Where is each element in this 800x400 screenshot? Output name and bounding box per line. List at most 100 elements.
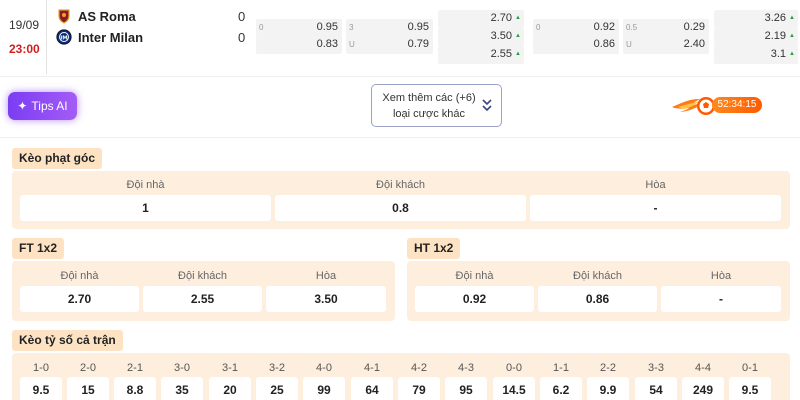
score-odds-cell[interactable]: 35 [161, 377, 203, 400]
odds-cell[interactable]: - [661, 286, 781, 312]
col-label: Đội nhà [60, 270, 99, 282]
score-label: 4-3 [458, 362, 474, 374]
ht-handicap-away[interactable]: 0.86 [533, 36, 619, 54]
match-row[interactable]: 19/09 23:00 AS Roma 0 IM Inter Milan 0 0… [0, 0, 800, 76]
ft-handicap-away[interactable]: 0.83 [256, 36, 342, 54]
divider [46, 0, 47, 74]
corner-panel: Đội nhà Đội khách Hòa 1 0.8 - [12, 171, 790, 229]
odds-cell[interactable]: 0.86 [538, 286, 657, 312]
score-odds-cell[interactable]: 8.8 [114, 377, 156, 400]
col-label: Đội khách [573, 270, 622, 282]
odds-cell[interactable]: 0.92 [415, 286, 534, 312]
roma-logo-icon [58, 9, 70, 24]
match-date: 19/09 [9, 18, 40, 32]
score-odds-cell[interactable]: 99 [303, 377, 345, 400]
col-label: Hòa [645, 179, 666, 191]
more-bets-button[interactable]: Xem thêm các (+6) loại cược khác [371, 84, 502, 127]
score-label: 4-4 [695, 362, 711, 374]
ft-under[interactable]: U 0.79 [346, 36, 433, 54]
score-label: 2-0 [80, 362, 96, 374]
score-odds-cell[interactable]: 14.5 [493, 377, 535, 400]
score-odds-cell[interactable]: 9.5 [729, 377, 771, 400]
away-team-name: Inter Milan [78, 29, 144, 45]
ft-1x2-away[interactable]: 2.55 ▲ [438, 46, 524, 64]
odds-value: 0.92 [593, 21, 615, 33]
odds-value: 2.70 [490, 12, 512, 24]
ft-over[interactable]: 3 0.95 [346, 19, 433, 37]
odds-cell[interactable]: - [530, 195, 781, 221]
score-odds-cell[interactable]: 6.2 [540, 377, 582, 400]
ft1x2-panel: Đội nhà Đội khách Hòa 2.70 2.55 3.50 [12, 261, 395, 321]
section-title-correct-score: Kèo tỷ số cả trận [12, 330, 123, 351]
ht-1x2-away[interactable]: 3.1 ▲ [714, 46, 798, 64]
score-odds-cell[interactable]: 64 [351, 377, 393, 400]
live-timer-value: 52:34:15 [712, 97, 762, 113]
score-label: 0-0 [506, 362, 522, 374]
arrow-up-icon: ▲ [515, 51, 521, 57]
odds-value: 2.55 [490, 48, 512, 60]
odds-value: 3.26 [764, 12, 786, 24]
live-timer[interactable]: 52:34:15 [670, 93, 762, 119]
odds-value: 0.79 [407, 38, 429, 50]
tips-ai-label: Tips AI [31, 99, 68, 113]
section-title-corner: Kèo phạt góc [12, 148, 103, 169]
col-label: Đội nhà [455, 270, 494, 282]
score-label: 1-1 [553, 362, 569, 374]
line-label: U [626, 40, 632, 49]
score-odds-cell[interactable]: 9.9 [587, 377, 629, 400]
ht-over[interactable]: 0.5 0.29 [623, 19, 709, 37]
ht-1x2-draw[interactable]: 2.19 ▲ [714, 28, 798, 46]
score-label: 2-1 [127, 362, 143, 374]
line-label: 0.5 [626, 23, 638, 32]
ht-under[interactable]: U 2.40 [623, 36, 709, 54]
home-team[interactable]: AS Roma [56, 7, 136, 25]
arrow-up-icon: ▲ [789, 51, 795, 57]
inter-logo-icon: IM [56, 29, 72, 45]
score-odds-cell[interactable]: 79 [398, 377, 440, 400]
sparkle-icon: ✦ [17, 99, 28, 113]
ft-1x2-draw[interactable]: 3.50 ▲ [438, 28, 524, 46]
ht-1x2-home[interactable]: 3.26 ▲ [714, 10, 798, 28]
odds-cell[interactable]: 3.50 [266, 286, 386, 312]
svg-text:IM: IM [60, 35, 68, 41]
correct-score-panel: 1-0 2-0 2-1 3-0 3-1 3-2 4-0 4-1 4-2 4-3 … [12, 353, 790, 400]
ft-1x2-home[interactable]: 2.70 ▲ [438, 10, 524, 28]
odds-cell[interactable]: 1 [20, 195, 271, 221]
odds-cell[interactable]: 0.8 [275, 195, 526, 221]
score-odds-cell[interactable]: 54 [635, 377, 677, 400]
odds-value: 0.95 [316, 21, 338, 33]
home-score: 0 [238, 9, 246, 24]
odds-cell[interactable]: 2.55 [143, 286, 262, 312]
score-odds-cell[interactable]: 15 [67, 377, 109, 400]
odds-value: 0.83 [316, 38, 338, 50]
odds-value: 3.1 [770, 48, 786, 60]
arrow-up-icon: ▲ [789, 15, 795, 21]
col-label: Đội khách [376, 179, 425, 191]
col-label: Đội khách [178, 270, 227, 282]
more-bets-line1: Xem thêm các (+6) [382, 92, 476, 104]
line-label: 0 [259, 23, 264, 32]
score-label: 4-2 [411, 362, 427, 374]
line-label: 0 [536, 23, 541, 32]
ft-handicap-home[interactable]: 0 0.95 [256, 19, 342, 37]
tips-ai-button[interactable]: ✦ Tips AI [8, 92, 77, 120]
score-odds-cell[interactable]: 95 [445, 377, 487, 400]
score-odds-cell[interactable]: 20 [209, 377, 251, 400]
score-label: 3-2 [269, 362, 285, 374]
score-odds-cell[interactable]: 249 [682, 377, 724, 400]
match-time: 23:00 [9, 42, 40, 56]
odds-value: 0.86 [593, 38, 615, 50]
arrow-up-icon: ▲ [515, 33, 521, 39]
odds-page: 19/09 23:00 AS Roma 0 IM Inter Milan 0 0… [0, 0, 800, 400]
section-title-ft1x2: FT 1x2 [12, 238, 65, 259]
double-chevron-down-icon [482, 99, 492, 112]
ht-handicap-home[interactable]: 0 0.92 [533, 19, 619, 37]
score-odds-cell[interactable]: 25 [256, 377, 298, 400]
odds-value: 0.95 [407, 21, 429, 33]
score-label: 3-0 [174, 362, 190, 374]
away-team[interactable]: IM Inter Milan [56, 28, 143, 46]
odds-cell[interactable]: 2.70 [20, 286, 139, 312]
arrow-up-icon: ▲ [789, 33, 795, 39]
away-score: 0 [238, 30, 246, 45]
score-odds-cell[interactable]: 9.5 [20, 377, 62, 400]
